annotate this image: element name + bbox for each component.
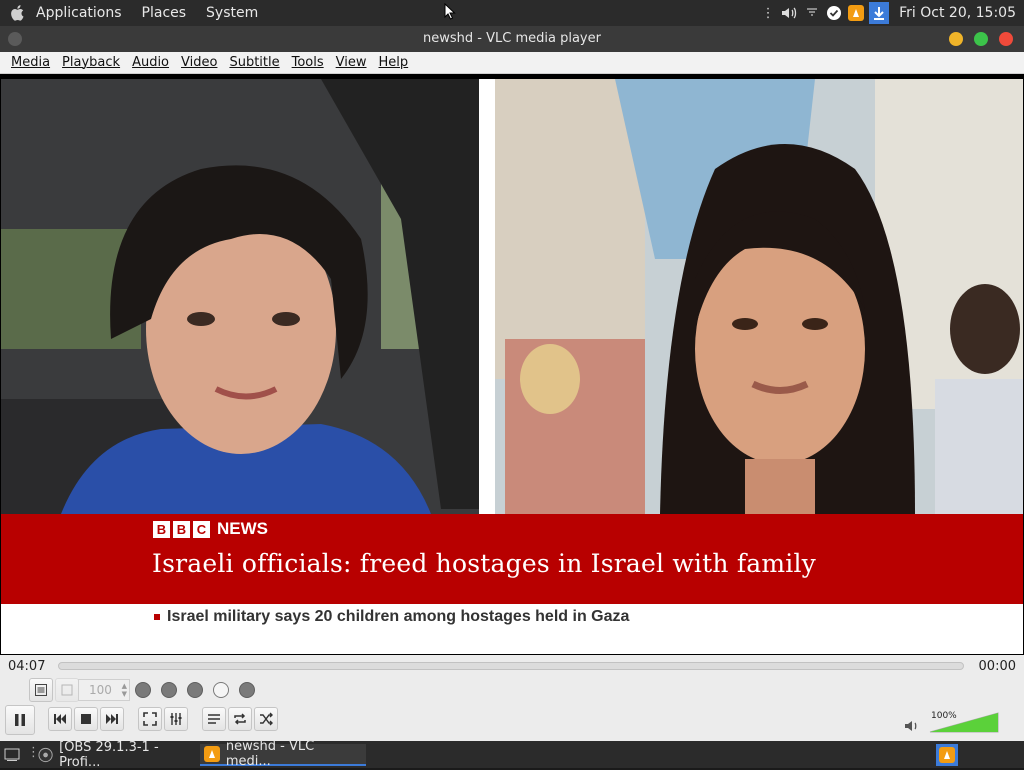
vlc-icon: [204, 746, 220, 762]
task-vlc[interactable]: newshd - VLC medi...: [200, 739, 366, 769]
news-ticker: Israel military says 20 children among h…: [1, 604, 1023, 654]
previous-button[interactable]: [48, 707, 72, 731]
pause-button[interactable]: [5, 705, 35, 735]
ticker-text: Israel military says 20 children among h…: [167, 608, 630, 625]
stop-button[interactable]: [74, 707, 98, 731]
loop-button[interactable]: [228, 707, 252, 731]
record-button[interactable]: [135, 682, 151, 698]
minimize-button[interactable]: [949, 32, 963, 46]
extra-circle-button[interactable]: [239, 682, 255, 698]
taskbar: ⋮ [OBS 29.1.3-1 - Profi... newshd - VLC …: [0, 739, 1024, 770]
menu-system[interactable]: System: [196, 0, 268, 26]
elapsed-time[interactable]: 04:07: [8, 659, 45, 674]
frame-step-button[interactable]: [187, 682, 203, 698]
menu-audio[interactable]: Audio: [126, 52, 175, 74]
apple-logo-icon[interactable]: [10, 4, 26, 22]
window-title: newshd - VLC media player: [423, 31, 601, 46]
menu-help[interactable]: Help: [373, 52, 415, 74]
menu-tools[interactable]: Tools: [286, 52, 330, 74]
photo-divider: [479, 79, 495, 514]
mute-volume-icon[interactable]: [904, 718, 920, 734]
shuffle-icon: [260, 712, 273, 726]
network-icon[interactable]: [803, 4, 821, 22]
download-icon[interactable]: [869, 2, 890, 24]
news-headline: Israeli officials: freed hostages in Isr…: [152, 549, 817, 578]
player-controls: 04:07 00:00 100 ▲ ▼ 100%: [0, 655, 1024, 741]
bbc-logo-letter: B: [153, 520, 170, 538]
volume-percent: 100%: [931, 711, 957, 721]
next-button[interactable]: [100, 707, 124, 731]
video-area[interactable]: B B C NEWS Israeli officials: freed host…: [0, 74, 1024, 655]
fullscreen-icon: [143, 712, 157, 726]
skip-forward-icon: [106, 714, 118, 724]
menu-view[interactable]: View: [330, 52, 373, 74]
speed-spinbox[interactable]: 100 ▲ ▼: [78, 679, 130, 701]
window-titlebar[interactable]: newshd - VLC media player: [0, 26, 1024, 52]
check-icon[interactable]: [825, 4, 843, 22]
top-panel: Applications Places System ⋮ Fri Oct 20,…: [0, 0, 1024, 26]
seek-slider[interactable]: [58, 662, 964, 670]
snapshot-icon: [61, 684, 73, 696]
menubar: Media Playback Audio Video Subtitle Tool…: [0, 52, 1024, 74]
photo-right-illustration: [495, 79, 1023, 514]
menu-video[interactable]: Video: [175, 52, 223, 74]
bbc-logo-letter: C: [193, 520, 210, 538]
close-button[interactable]: [999, 32, 1013, 46]
ticker-bullet-icon: [154, 614, 160, 620]
photo-right: [495, 79, 1023, 514]
playlist-icon: [208, 714, 220, 724]
stop-icon: [81, 714, 91, 724]
top-menu: Applications Places System: [0, 0, 268, 26]
photo-left-illustration: [1, 79, 479, 514]
shuffle-button[interactable]: [254, 707, 278, 731]
maximize-button[interactable]: [974, 32, 988, 46]
equalizer-icon: [170, 713, 182, 725]
ab-loop-button[interactable]: [161, 682, 177, 698]
vlc-taskbar-icon: [939, 747, 955, 763]
list-icon: [35, 684, 47, 696]
bbc-news-logo: B B C NEWS: [153, 519, 268, 539]
task-obs[interactable]: [OBS 29.1.3-1 - Profi...: [34, 740, 200, 770]
news-banner: B B C NEWS Israeli officials: freed host…: [1, 514, 1023, 604]
system-tray: ⋮ Fri Oct 20, 15:05: [759, 0, 1024, 26]
extended-settings-button[interactable]: [164, 707, 188, 731]
menu-media[interactable]: Media: [5, 52, 56, 74]
toggle-circle-button[interactable]: [213, 682, 229, 698]
bbc-news-label: NEWS: [217, 519, 268, 538]
snapshot-button[interactable]: [55, 678, 79, 702]
volume-icon[interactable]: [781, 4, 799, 22]
mouse-cursor-icon: [444, 3, 456, 20]
menu-subtitle[interactable]: Subtitle: [223, 52, 285, 74]
menu-playback[interactable]: Playback: [56, 52, 126, 74]
tray-vlc-button[interactable]: [936, 744, 958, 766]
task-obs-label: [OBS 29.1.3-1 - Profi...: [59, 740, 159, 770]
spin-arrows-icon[interactable]: ▲ ▼: [122, 682, 127, 698]
photo-left: [1, 79, 479, 514]
fullscreen-button[interactable]: [138, 707, 162, 731]
skip-back-icon: [54, 714, 66, 724]
playlist-button[interactable]: [202, 707, 226, 731]
total-time[interactable]: 00:00: [979, 659, 1016, 674]
menu-places[interactable]: Places: [132, 0, 197, 26]
bbc-logo-letter: B: [173, 520, 190, 538]
video-frame: B B C NEWS Israeli officials: freed host…: [1, 79, 1023, 654]
dots-icon[interactable]: ⋮: [759, 4, 777, 22]
speed-value: 100: [89, 683, 112, 697]
vlc-tray-icon[interactable]: [847, 4, 865, 22]
show-desktop-icon[interactable]: [4, 748, 20, 762]
menu-applications[interactable]: Applications: [26, 0, 132, 26]
playlist-toggle-button[interactable]: [29, 678, 53, 702]
task-vlc-label: newshd - VLC medi...: [225, 739, 315, 769]
clock[interactable]: Fri Oct 20, 15:05: [899, 5, 1016, 21]
loop-icon: [234, 713, 246, 725]
obs-icon: [38, 747, 53, 763]
pause-icon: [15, 714, 25, 726]
